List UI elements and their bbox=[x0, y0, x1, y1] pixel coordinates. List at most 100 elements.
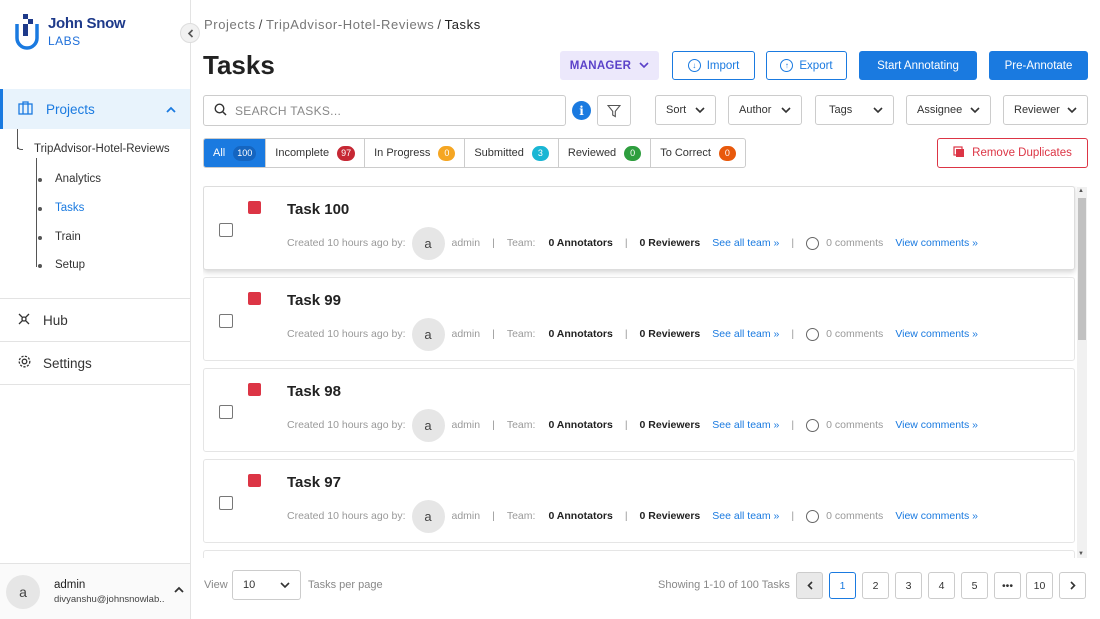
chevron-down-icon bbox=[695, 106, 705, 113]
view-comments-link[interactable]: View comments » bbox=[895, 419, 978, 431]
tab-submitted[interactable]: Submitted 3 bbox=[465, 139, 559, 167]
task-title[interactable]: Task 98 bbox=[287, 383, 341, 400]
chevron-down-icon bbox=[280, 581, 290, 588]
hub-icon bbox=[16, 312, 32, 329]
author-dropdown[interactable]: Author bbox=[728, 95, 802, 125]
task-title[interactable]: Task 97 bbox=[287, 474, 341, 491]
prev-page-button[interactable] bbox=[796, 572, 823, 599]
remove-duplicates-button[interactable]: Remove Duplicates bbox=[937, 138, 1088, 168]
task-title[interactable]: Task 99 bbox=[287, 292, 341, 309]
chevron-down-icon bbox=[1067, 106, 1077, 113]
task-checkbox[interactable] bbox=[219, 314, 233, 328]
tab-label: To Correct bbox=[660, 147, 711, 159]
chevron-left-icon bbox=[187, 28, 193, 38]
page-title: Tasks bbox=[203, 50, 275, 80]
task-card[interactable]: Task 97 Created 10 hours ago by: a admin… bbox=[203, 459, 1075, 543]
manager-label: MANAGER bbox=[569, 59, 632, 72]
tab-all[interactable]: All 100 bbox=[204, 139, 267, 167]
reviewers-count: 0 Reviewers bbox=[639, 328, 701, 340]
tags-dropdown[interactable]: Tags bbox=[815, 95, 894, 125]
chevron-up-icon[interactable] bbox=[174, 584, 184, 596]
status-flag-icon bbox=[248, 383, 261, 396]
view-comments-link[interactable]: View comments » bbox=[895, 510, 978, 522]
task-checkbox[interactable] bbox=[219, 496, 233, 510]
tree-item-setup[interactable]: Setup bbox=[55, 259, 85, 271]
page-button[interactable]: 3 bbox=[895, 572, 922, 599]
tree-item-analytics[interactable]: Analytics bbox=[55, 173, 101, 185]
page-button[interactable]: 2 bbox=[862, 572, 889, 599]
task-checkbox[interactable] bbox=[219, 223, 233, 237]
start-annotating-button[interactable]: Start Annotating bbox=[859, 51, 977, 80]
reviewer-dropdown[interactable]: Reviewer bbox=[1003, 95, 1088, 125]
user-menu[interactable]: a admin divyanshu@johnsnowlab... bbox=[0, 563, 190, 619]
breadcrumb-project[interactable]: TripAdvisor-Hotel-Reviews bbox=[266, 17, 434, 32]
view-comments-link[interactable]: View comments » bbox=[895, 328, 978, 340]
reviewers-count: 0 Reviewers bbox=[639, 510, 701, 522]
count-badge: 100 bbox=[233, 145, 257, 161]
avatar: a bbox=[411, 226, 445, 260]
status-flag-icon bbox=[248, 292, 261, 305]
page-button[interactable]: 10 bbox=[1026, 572, 1053, 599]
task-card[interactable] bbox=[203, 550, 1075, 558]
separator: | bbox=[492, 419, 495, 431]
assignee-dropdown[interactable]: Assignee bbox=[906, 95, 991, 125]
sidebar: John Snow LABS Projects TripAdvisor-Hote… bbox=[0, 0, 191, 619]
manager-role-dropdown[interactable]: MANAGER bbox=[560, 51, 659, 80]
user-email: divyanshu@johnsnowlab... bbox=[54, 594, 164, 605]
task-list-scrollbar[interactable]: ▲ ▼ bbox=[1077, 187, 1087, 558]
created-label: Created 10 hours ago by: bbox=[287, 237, 406, 249]
task-title[interactable]: Task 100 bbox=[287, 201, 349, 218]
page-ellipsis[interactable]: ••• bbox=[994, 572, 1021, 599]
see-all-team-link[interactable]: See all team » bbox=[712, 237, 779, 249]
sidebar-item-projects[interactable]: Projects bbox=[0, 89, 190, 129]
page-button[interactable]: 5 bbox=[961, 572, 988, 599]
page-button[interactable]: 4 bbox=[928, 572, 955, 599]
tree-item-train[interactable]: Train bbox=[55, 231, 81, 243]
see-all-team-link[interactable]: See all team » bbox=[712, 328, 779, 340]
scrollbar-thumb[interactable] bbox=[1078, 198, 1086, 340]
count-badge: 0 bbox=[624, 145, 642, 161]
tab-incomplete[interactable]: Incomplete 97 bbox=[266, 139, 366, 167]
import-button[interactable]: ↓ Import bbox=[672, 51, 755, 80]
task-card[interactable]: Task 100 Created 10 hours ago by: a admi… bbox=[203, 186, 1075, 270]
brand-name: John Snow bbox=[48, 15, 126, 32]
author-label: Author bbox=[739, 104, 772, 116]
author-name: admin bbox=[451, 419, 481, 431]
page-button[interactable]: 1 bbox=[829, 572, 856, 599]
next-page-button[interactable] bbox=[1059, 572, 1086, 599]
tree-project-name[interactable]: TripAdvisor-Hotel-Reviews bbox=[34, 143, 170, 155]
info-icon[interactable]: i bbox=[572, 101, 591, 120]
separator: | bbox=[624, 237, 628, 249]
sidebar-item-settings[interactable]: Settings bbox=[0, 342, 190, 384]
pre-annotate-button[interactable]: Pre-Annotate bbox=[989, 51, 1088, 80]
see-all-team-link[interactable]: See all team » bbox=[712, 510, 779, 522]
tab-in-progress[interactable]: In Progress 0 bbox=[365, 139, 466, 167]
filter-button[interactable] bbox=[597, 95, 631, 126]
export-button[interactable]: ↑ Export bbox=[766, 51, 847, 80]
task-card[interactable]: Task 98 Created 10 hours ago by: a admin… bbox=[203, 368, 1075, 452]
see-all-team-link[interactable]: See all team » bbox=[712, 419, 779, 431]
comments-count: 0 comments bbox=[826, 328, 884, 340]
tree-item-tasks[interactable]: Tasks bbox=[55, 202, 84, 214]
task-checkbox[interactable] bbox=[219, 405, 233, 419]
breadcrumb-root[interactable]: Projects bbox=[204, 17, 256, 32]
avatar: a bbox=[411, 317, 445, 351]
count-badge: 0 bbox=[718, 145, 736, 161]
breadcrumb: Projects / TripAdvisor-Hotel-Reviews / Tasks bbox=[204, 17, 481, 32]
scroll-down-icon[interactable]: ▼ bbox=[1078, 551, 1084, 557]
reviewer-label: Reviewer bbox=[1014, 104, 1060, 116]
sort-dropdown[interactable]: Sort bbox=[655, 95, 716, 125]
sidebar-item-hub[interactable]: Hub bbox=[0, 299, 190, 341]
search-input[interactable] bbox=[235, 103, 555, 118]
tab-to-correct[interactable]: To Correct 0 bbox=[651, 139, 745, 167]
chevron-up-icon[interactable] bbox=[166, 102, 176, 116]
view-comments-link[interactable]: View comments » bbox=[895, 237, 978, 249]
brand-logo[interactable]: John Snow LABS bbox=[14, 12, 126, 54]
task-card[interactable]: Task 99 Created 10 hours ago by: a admin… bbox=[203, 277, 1075, 361]
tab-reviewed[interactable]: Reviewed 0 bbox=[559, 139, 652, 167]
reviewers-count: 0 Reviewers bbox=[639, 419, 701, 431]
collapse-sidebar-button[interactable] bbox=[180, 23, 200, 43]
scroll-up-icon[interactable]: ▲ bbox=[1078, 188, 1084, 194]
per-page-select[interactable]: 10 bbox=[232, 570, 301, 600]
export-label: Export bbox=[799, 59, 833, 72]
